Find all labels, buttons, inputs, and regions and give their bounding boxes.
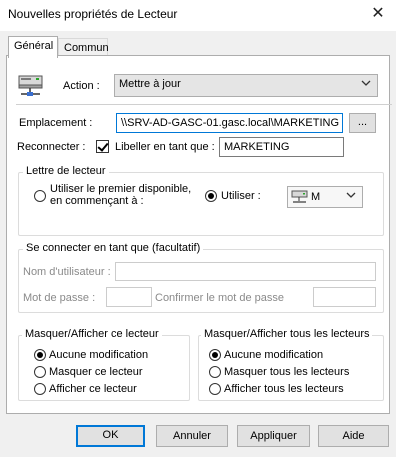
- username-input[interactable]: [115, 262, 376, 281]
- action-select[interactable]: Mettre à jour: [114, 74, 378, 97]
- window-title: Nouvelles propriétés de Lecteur: [8, 7, 178, 21]
- ok-button[interactable]: OK: [76, 425, 145, 447]
- first-available-radio[interactable]: [34, 190, 46, 202]
- cancel-button[interactable]: Annuler: [156, 425, 228, 447]
- reconnect-label: Reconnecter :: [17, 141, 86, 153]
- first-available-label-line2: en commençant à :: [50, 195, 144, 207]
- browse-button[interactable]: ...: [349, 113, 376, 133]
- chevron-down-icon: [361, 80, 371, 86]
- show-drive-radio[interactable]: [34, 383, 46, 395]
- apply-button[interactable]: Appliquer: [237, 425, 310, 447]
- hide-drive-radio[interactable]: [34, 366, 46, 378]
- title-bar: Nouvelles propriétés de Lecteur ✕: [0, 0, 396, 31]
- use-letter-radio[interactable]: [205, 190, 217, 202]
- use-letter-label: Utiliser :: [221, 190, 261, 202]
- tab-commun[interactable]: Commun: [58, 38, 109, 56]
- confirm-password-input[interactable]: [313, 287, 376, 307]
- chevron-down-icon: [346, 192, 356, 198]
- hide-drive-label: Masquer ce lecteur: [49, 366, 143, 378]
- location-input[interactable]: \\SRV-AD-GASC-01.gasc.local\MARKETING: [116, 113, 343, 133]
- caption-input[interactable]: MARKETING: [219, 137, 344, 157]
- confirm-password-label: Confirmer le mot de passe: [155, 292, 284, 304]
- close-icon[interactable]: ✕: [366, 3, 390, 25]
- network-drive-icon: [17, 73, 45, 97]
- show-drive-label: Afficher ce lecteur: [49, 383, 137, 395]
- hide-all-radio[interactable]: [209, 366, 221, 378]
- connect-as-group-title: Se connecter en tant que (facultatif): [23, 242, 204, 254]
- tab-general[interactable]: Général: [8, 36, 58, 58]
- network-drive-icon: [291, 190, 308, 203]
- all-no-change-radio[interactable]: [209, 349, 221, 361]
- hide-show-drive-group-title: Masquer/Afficher ce lecteur: [22, 328, 162, 340]
- hide-show-all-group-title: Masquer/Afficher tous les lecteurs: [201, 328, 373, 340]
- action-select-value: Mettre à jour: [119, 78, 181, 90]
- action-label: Action :: [63, 80, 100, 92]
- username-label: Nom d'utilisateur :: [23, 266, 111, 278]
- tab-panel-general: Action : Mettre à jour Emplacement : \\S…: [6, 55, 392, 414]
- caption-label: Libeller en tant que :: [115, 141, 215, 153]
- show-all-radio[interactable]: [209, 383, 221, 395]
- drive-no-change-label: Aucune modification: [49, 349, 149, 361]
- help-button[interactable]: Aide: [318, 425, 389, 447]
- all-no-change-label: Aucune modification: [224, 349, 324, 361]
- drive-letter-select[interactable]: M: [287, 186, 363, 208]
- separator: [16, 104, 392, 105]
- show-all-label: Afficher tous les lecteurs: [224, 383, 344, 395]
- location-label: Emplacement :: [19, 117, 93, 129]
- first-available-label-line1: Utiliser le premier disponible,: [50, 183, 192, 195]
- password-label: Mot de passe :: [23, 292, 96, 304]
- reconnect-checkbox[interactable]: [96, 140, 109, 153]
- hide-all-label: Masquer tous les lecteurs: [224, 366, 350, 378]
- password-input[interactable]: [106, 287, 152, 307]
- drive-no-change-radio[interactable]: [34, 349, 46, 361]
- drive-letter-group-title: Lettre de lecteur: [23, 165, 109, 177]
- drive-letter-value: M: [311, 191, 321, 203]
